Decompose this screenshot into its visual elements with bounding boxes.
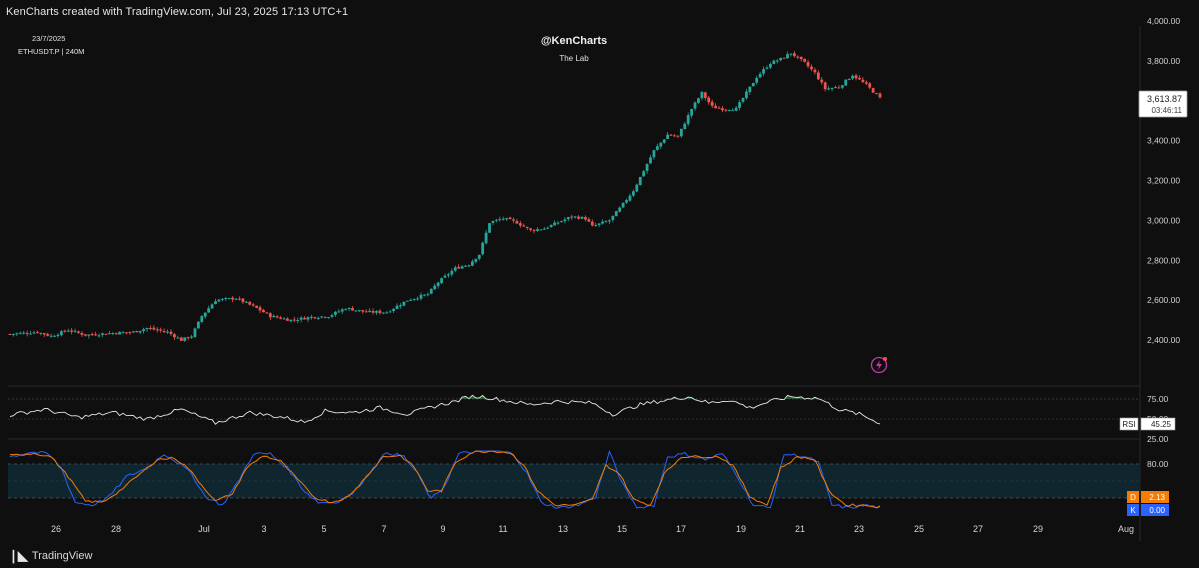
price-tick-label: 2,600.00 <box>1147 295 1180 305</box>
time-tick-label: 26 <box>51 524 61 534</box>
tradingview-logo[interactable]: ❘◣ TradingView <box>8 548 92 564</box>
tradingview-logo-icon: ❘◣ <box>8 548 28 563</box>
rsi-last-value: 45.25 <box>1151 420 1172 429</box>
candle <box>614 210 618 217</box>
price-tick-label: 4,000.00 <box>1147 16 1180 26</box>
candle <box>844 79 848 86</box>
candle <box>488 222 491 234</box>
price-axis[interactable]: 4,000.00 3,800.00 3,400.00 3,200.00 3,000.00… <box>1147 16 1180 469</box>
time-tick-label: 21 <box>795 524 805 534</box>
candle <box>751 82 755 87</box>
time-tick-label: 19 <box>736 524 746 534</box>
time-tick-label: 7 <box>381 524 386 534</box>
rsi-tag: RSI 45.25 <box>1119 417 1176 431</box>
footer-bar <box>0 541 1199 568</box>
candle <box>405 300 409 302</box>
stoch-k-name: K <box>1130 506 1136 515</box>
bar-countdown-label: 03:46:11 <box>1151 106 1182 115</box>
last-price-label: 3,613.87 <box>1147 94 1182 104</box>
candle <box>440 277 443 284</box>
time-tick-label: 27 <box>973 524 983 534</box>
candle <box>638 176 642 186</box>
watermark-author: @KenCharts <box>541 35 607 47</box>
price-tick-label: 3,800.00 <box>1147 56 1180 66</box>
candle <box>255 305 259 309</box>
stoch-level-label: 80.00 <box>1147 459 1169 469</box>
stoch-k-value: 0.00 <box>1149 506 1165 515</box>
rsi-tag-name: RSI <box>1122 420 1135 429</box>
time-tick-label: 17 <box>676 524 686 534</box>
price-tick-label: 3,000.00 <box>1147 215 1180 225</box>
legend-symbol[interactable]: ETHUSDT.P | 240M <box>18 47 84 56</box>
price-tick-label: 3,400.00 <box>1147 136 1180 146</box>
stoch-d-name: D <box>1130 493 1136 502</box>
time-tick-label: 25 <box>914 524 924 534</box>
candle <box>402 301 406 307</box>
legend-date: 23/7/2025 <box>32 34 65 43</box>
candle <box>429 288 433 295</box>
candle <box>193 327 197 339</box>
time-tick-label: 13 <box>558 524 568 534</box>
time-tick-label: 3 <box>261 524 266 534</box>
candle <box>118 331 122 335</box>
time-tick-label: 23 <box>854 524 864 534</box>
price-tick-label: 3,200.00 <box>1147 176 1180 186</box>
time-tick-label: Jul <box>198 524 210 534</box>
candle <box>871 87 875 93</box>
rsi-level-label: 25.00 <box>1147 434 1169 444</box>
stoch-band <box>8 463 1140 499</box>
time-tick-label: 5 <box>321 524 326 534</box>
candle <box>196 321 200 329</box>
last-price-tag: 3,613.87 03:46:11 <box>1138 90 1188 118</box>
time-tick-label: Aug <box>1118 524 1134 534</box>
time-tick-label: 29 <box>1033 524 1043 534</box>
time-tick-label: 28 <box>111 524 121 534</box>
time-tick-label: 15 <box>617 524 627 534</box>
candle <box>135 330 139 333</box>
stoch-d-value: 2.13 <box>1149 493 1165 502</box>
candle <box>481 241 485 256</box>
time-tick-label: 9 <box>440 524 445 534</box>
candle <box>635 183 639 193</box>
rsi-level-label: 75.00 <box>1147 394 1169 404</box>
price-tick-label: 2,800.00 <box>1147 255 1180 265</box>
time-tick-label: 11 <box>498 524 507 534</box>
chart-canvas[interactable]: @KenCharts The Lab 23/7/2025 ETHUSDT.P |… <box>0 0 1199 568</box>
watermark-subtitle: The Lab <box>559 54 589 63</box>
tradingview-brand-text: TradingView <box>31 550 93 562</box>
price-tick-label: 2,400.00 <box>1147 335 1180 345</box>
